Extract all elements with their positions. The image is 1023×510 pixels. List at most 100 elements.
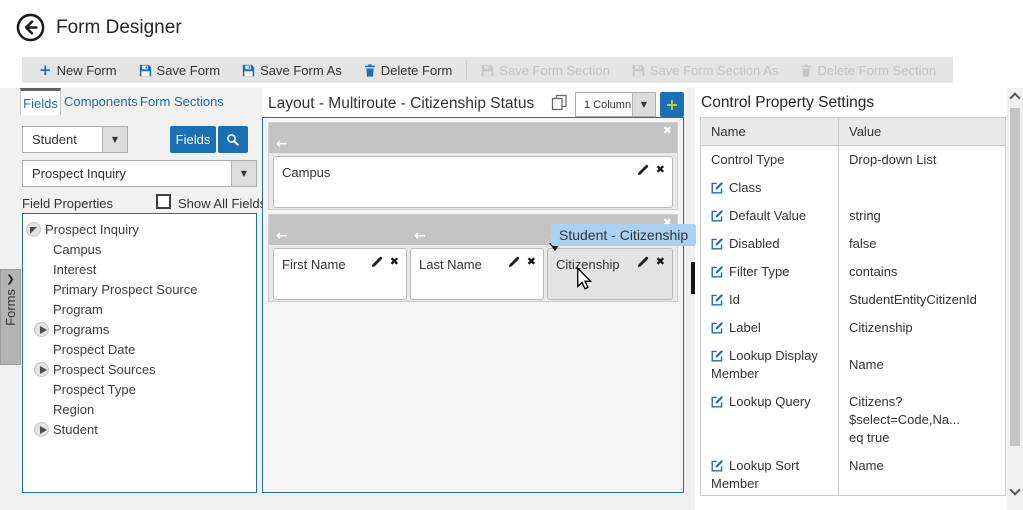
back-button[interactable]	[16, 13, 45, 42]
form-section[interactable]: ✖ ← Campus ✖	[268, 122, 678, 210]
add-column-button[interactable]: +	[660, 92, 684, 117]
move-left-icon[interactable]: ←	[276, 136, 288, 152]
save-icon	[632, 64, 645, 77]
chevron-down-icon[interactable]: ▼	[102, 127, 127, 152]
field-campus[interactable]: Campus ✖	[273, 156, 673, 208]
tree-item-program[interactable]: Program	[23, 299, 256, 319]
layout-title: Layout - Multiroute - Citizenship Status	[268, 95, 534, 113]
edit-icon[interactable]	[508, 256, 520, 268]
layout-canvas: ✖ ← Campus ✖ ✖ ← ← ← First Name	[262, 117, 684, 493]
edit-icon[interactable]	[711, 209, 724, 222]
vertical-scrollbar[interactable]	[1007, 88, 1023, 502]
tree-item-student[interactable]: Student	[23, 419, 256, 439]
tree-item-programs[interactable]: Programs	[23, 319, 256, 339]
scroll-down-icon[interactable]	[1009, 484, 1020, 495]
tree-item-prospect-date[interactable]: Prospect Date	[23, 339, 256, 359]
column-dropdown[interactable]: 1 Column ▼	[575, 92, 656, 117]
tree-item-prospect-inquiry[interactable]: Prospect Inquiry	[23, 219, 256, 239]
property-row-default-value[interactable]: Default Value string	[701, 202, 1005, 230]
delete-icon[interactable]: ✖	[390, 256, 399, 268]
save-icon	[481, 64, 494, 77]
property-table-header: Name Value	[701, 118, 1005, 146]
new-form-button[interactable]: + New Form	[28, 57, 128, 83]
property-row-control-type[interactable]: Control Type Drop-down List	[701, 146, 1005, 174]
tree-item-interest[interactable]: Interest	[23, 259, 256, 279]
column-header-name: Name	[701, 118, 839, 145]
entity-dropdown[interactable]: Student ▼	[22, 126, 128, 153]
collapse-icon[interactable]	[26, 222, 41, 237]
save-form-section-button[interactable]: Save Form Section	[470, 57, 621, 83]
tree-item-primary-prospect-source[interactable]: Primary Prospect Source	[23, 279, 256, 299]
edit-icon[interactable]	[711, 293, 724, 306]
column-dropdown-value: 1 Column	[576, 93, 632, 116]
scroll-up-icon[interactable]	[1009, 92, 1020, 103]
edit-icon[interactable]	[711, 321, 724, 334]
property-row-lookup-display-member[interactable]: Lookup Display Member Name	[701, 342, 1005, 388]
mouse-cursor	[576, 267, 594, 290]
delete-icon[interactable]: ✖	[527, 256, 536, 268]
save-icon	[139, 64, 152, 77]
field-last-name[interactable]: Last Name ✖	[410, 248, 544, 300]
trash-icon	[800, 64, 812, 77]
close-icon[interactable]: ✖	[663, 124, 672, 137]
form-dropdown-value: Prospect Inquiry	[23, 161, 231, 186]
search-button[interactable]	[218, 126, 248, 153]
expand-icon[interactable]	[34, 422, 49, 437]
delete-form-button[interactable]: Delete Form	[353, 57, 464, 83]
tree-item-prospect-sources[interactable]: Prospect Sources	[23, 359, 256, 379]
tab-components[interactable]: Components	[64, 94, 138, 109]
tab-form-sections[interactable]: Form Sections	[140, 94, 224, 109]
edit-icon[interactable]	[711, 265, 724, 278]
property-table: Name Value Control Type Drop-down List C…	[700, 117, 1006, 496]
property-row-disabled[interactable]: Disabled false	[701, 230, 1005, 258]
move-left-icon[interactable]: ←	[276, 228, 288, 244]
tree-item-campus[interactable]: Campus	[23, 239, 256, 259]
save-form-section-as-button[interactable]: Save Form Section As	[621, 57, 790, 83]
chevron-down-icon[interactable]: ▼	[632, 93, 655, 116]
edit-icon[interactable]	[711, 459, 724, 472]
tree-item-prospect-type[interactable]: Prospect Type	[23, 379, 256, 399]
property-row-label[interactable]: Label Citizenship	[701, 314, 1005, 342]
save-icon	[242, 64, 255, 77]
save-form-button[interactable]: Save Form	[128, 57, 232, 83]
toolbar: + New Form Save Form Save Form As Delete…	[22, 57, 953, 83]
chevron-down-icon[interactable]: ▼	[231, 161, 256, 186]
delete-icon[interactable]: ✖	[656, 256, 665, 268]
fields-button[interactable]: Fields	[170, 126, 216, 153]
delete-icon[interactable]: ✖	[656, 164, 665, 176]
edit-icon[interactable]	[637, 164, 649, 176]
drag-tooltip: Student - Citizenship	[551, 224, 696, 246]
scrollbar-thumb[interactable]	[1010, 108, 1020, 446]
forms-tab-label: Forms	[3, 289, 18, 326]
tab-fields[interactable]: Fields	[20, 88, 61, 115]
edit-icon[interactable]	[637, 256, 649, 268]
edit-icon[interactable]	[711, 237, 724, 250]
field-tree: Prospect Inquiry Campus Interest Primary…	[22, 213, 257, 493]
edit-icon[interactable]	[371, 256, 383, 268]
field-first-name[interactable]: First Name ✖	[273, 248, 407, 300]
expand-icon[interactable]	[34, 362, 49, 377]
property-row-filter-type[interactable]: Filter Type contains	[701, 258, 1005, 286]
copy-icon[interactable]	[551, 94, 568, 111]
toolbar-separator	[466, 60, 467, 80]
property-row-lookup-sort-member[interactable]: Lookup Sort Member Name	[701, 452, 1005, 496]
property-row-lookup-query[interactable]: Lookup Query Citizens?$select=Code,Na...…	[701, 388, 1005, 452]
move-left-icon[interactable]: ←	[414, 228, 426, 244]
save-form-as-button[interactable]: Save Form As	[231, 57, 353, 83]
forms-panel-tab[interactable]: ❯ Forms	[0, 269, 21, 365]
delete-form-section-button[interactable]: Delete Form Section	[789, 57, 947, 83]
form-dropdown[interactable]: Prospect Inquiry ▼	[22, 160, 257, 187]
edit-icon[interactable]	[711, 395, 724, 408]
show-all-fields-label: Show All Fields	[178, 196, 266, 211]
property-row-class[interactable]: Class	[701, 174, 1005, 202]
field-citizenship[interactable]: Citizenship ✖	[547, 248, 673, 300]
tree-item-region[interactable]: Region	[23, 399, 256, 419]
section-header[interactable]: ✖ ←	[269, 123, 677, 153]
form-designer-window: Form Designer + New Form Save Form Save …	[0, 0, 1023, 510]
edit-icon[interactable]	[711, 181, 724, 194]
show-all-fields-checkbox[interactable]	[156, 194, 171, 209]
page-title: Form Designer	[56, 17, 182, 39]
property-row-id[interactable]: Id StudentEntityCitizenId	[701, 286, 1005, 314]
expand-icon[interactable]	[34, 322, 49, 337]
edit-icon[interactable]	[711, 349, 724, 362]
